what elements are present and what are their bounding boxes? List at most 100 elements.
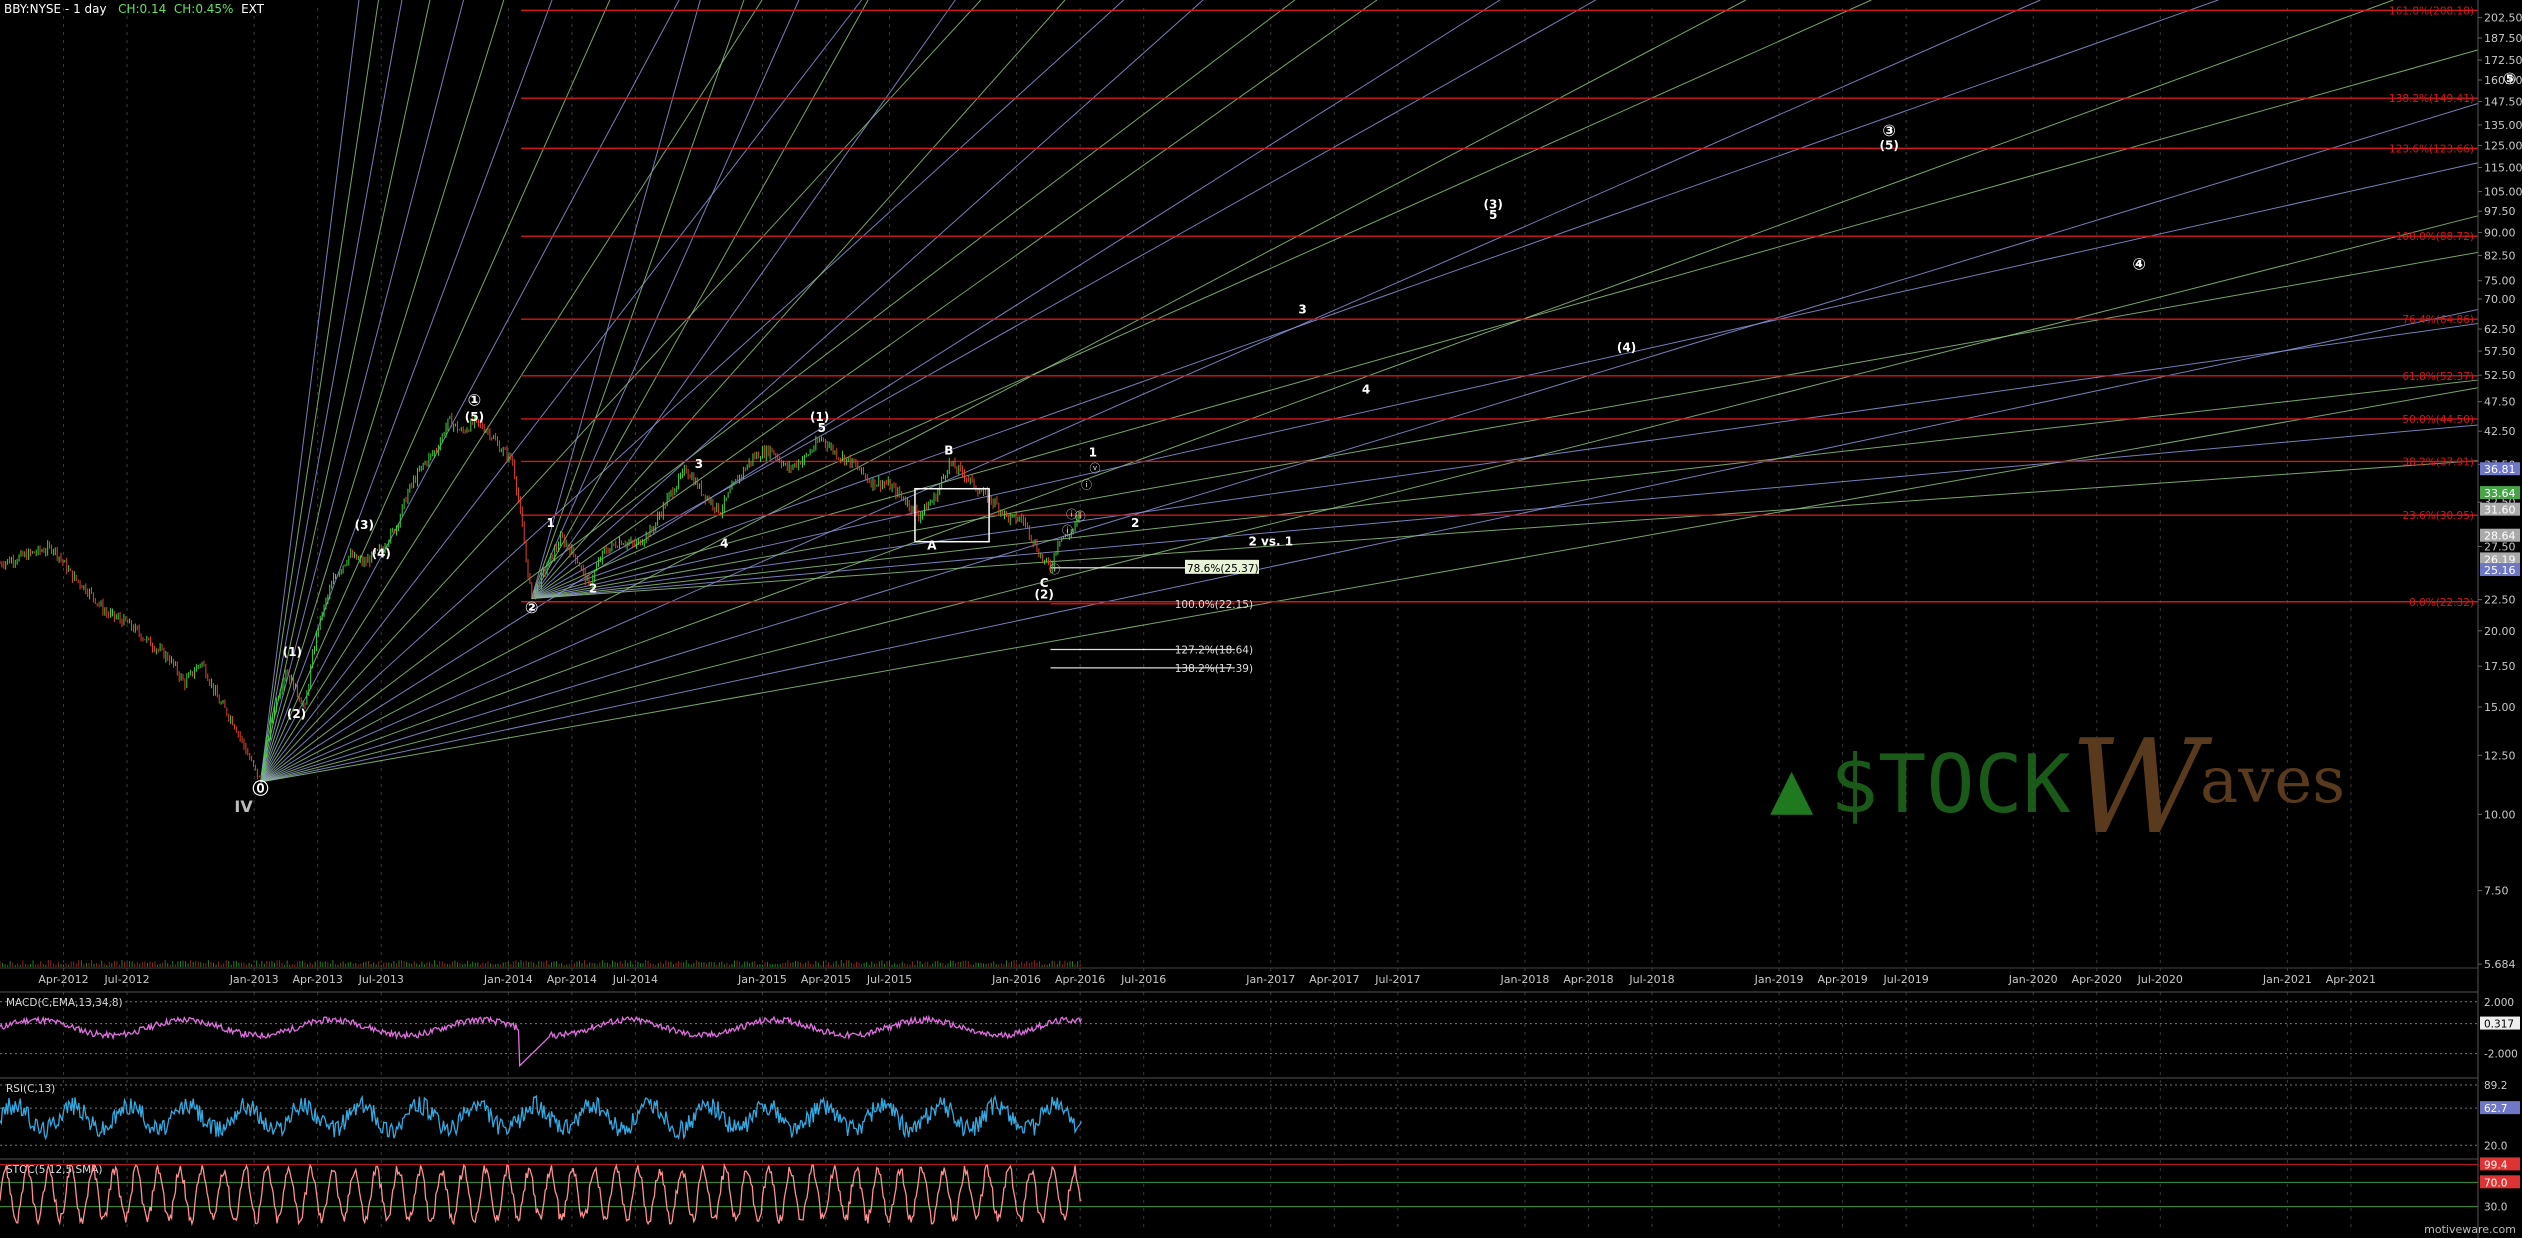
time-tick-label: Jul-2014 [612, 973, 658, 986]
time-tick-label: Apr-2019 [1817, 973, 1867, 986]
price-tick-label: 147.50 [2484, 96, 2522, 109]
projection-label: 127.2%(18.64) [1175, 644, 1253, 656]
subwave-label: ⓘ [1075, 510, 1086, 523]
watermark-waves-text: aves [2200, 744, 2345, 818]
price-tag-label: 28.64 [2484, 530, 2516, 543]
price-tick-label: 17.50 [2484, 660, 2516, 673]
fib-level-label: 161.8%(208.18) [2389, 5, 2474, 17]
wave-label: 2 [1131, 516, 1139, 530]
wave-label: (4) [372, 546, 391, 560]
indicator-scale-label: 30.0 [2484, 1202, 2507, 1214]
wave-label: 2 vs. 1 [1248, 535, 1293, 549]
watermark-stock-text: $TOCK [1830, 738, 2071, 831]
subwave-label: ⓘ [1062, 524, 1073, 537]
price-tick-label: 52.50 [2484, 369, 2516, 382]
time-tick-label: Apr-2021 [2326, 973, 2376, 986]
indicator-scale-label: 89.2 [2484, 1080, 2507, 1092]
indicator-scale-label: 2.000 [2484, 997, 2514, 1009]
wave-label: 1 [546, 516, 554, 530]
fib-level-label: 50.0%(44.50) [2402, 414, 2474, 426]
fib-level-label: 61.8%(52.37) [2402, 371, 2474, 383]
time-tick-label: Apr-2016 [1055, 973, 1105, 986]
time-tick-label: Jul-2017 [1374, 973, 1420, 986]
wave-label: (5) [1880, 139, 1899, 153]
price-tick-label: 135.00 [2484, 119, 2522, 132]
separator: - [64, 2, 74, 16]
projection-label: 138.2%(17.39) [1175, 663, 1253, 675]
price-tag-label: 33.64 [2484, 487, 2516, 500]
time-tick-label: Apr-2020 [2072, 973, 2122, 986]
fib-level-label: 100.0%(88.72) [2396, 231, 2474, 243]
indicator-value-label: 62.7 [2484, 1103, 2507, 1115]
price-tick-label: 70.00 [2484, 293, 2516, 306]
wave-label: ② [525, 598, 539, 617]
wave-label: 1 [1089, 446, 1097, 460]
projection-label: 78.6%(25.37) [1187, 563, 1259, 575]
time-tick-label: Jan-2019 [1754, 973, 1804, 986]
time-tick-label: Jan-2018 [1499, 973, 1549, 986]
price-tick-label: 172.50 [2484, 54, 2522, 67]
interval-label[interactable]: 1 day [73, 2, 107, 16]
wave-label: IV [234, 797, 253, 816]
change-pct-label: CH:0.45% [173, 2, 234, 16]
price-tick-label: 10.00 [2484, 808, 2516, 821]
time-tick-label: Jan-2015 [737, 973, 787, 986]
indicator-value-label: 0.317 [2484, 1019, 2514, 1031]
fib-level-label: 23.6%(30.95) [2402, 510, 2474, 522]
indicator-title: STOC(5,12,5,SMA) [6, 1164, 103, 1176]
chart-header: BBY:NYSE - 1 day CH:0.14 CH:0.45% EXT [4, 2, 264, 16]
time-tick-label: Jan-2021 [2262, 973, 2312, 986]
subwave-label: ⓘ [1049, 563, 1060, 576]
wave-label: 5 [818, 421, 826, 435]
time-tick-label: Jan-2016 [991, 973, 1041, 986]
wave-label: 5 [1489, 208, 1497, 222]
wave-label: A [927, 538, 937, 552]
symbol-label[interactable]: BBY:NYSE [4, 2, 61, 16]
price-tick-label: 42.50 [2484, 425, 2516, 438]
price-tick-label: 75.00 [2484, 275, 2516, 288]
time-tick-label: Jan-2020 [2008, 973, 2058, 986]
indicator-title: MACD(C,EMA,13,34,8) [6, 997, 123, 1009]
price-tick-label: 125.00 [2484, 139, 2522, 152]
price-tick-label: 90.00 [2484, 226, 2516, 239]
price-tick-label: 47.50 [2484, 396, 2516, 409]
price-tick-label: 105.00 [2484, 186, 2522, 199]
indicator-scale-label: -2.000 [2484, 1049, 2518, 1061]
fib-level-label: 38.2%(37.91) [2402, 456, 2474, 468]
wave-label: 4 [1362, 382, 1370, 396]
fib-level-label: 76.4%(64.86) [2402, 314, 2474, 326]
time-tick-label: Jan-2014 [483, 973, 533, 986]
time-tick-label: Apr-2017 [1309, 973, 1359, 986]
wave-label: (2) [287, 707, 306, 721]
fib-level-label: 123.6%(123.66) [2389, 143, 2474, 155]
change-label: CH:0.14 [118, 2, 167, 16]
time-tick-label: Jul-2016 [1120, 973, 1166, 986]
time-tick-label: Jan-2013 [229, 973, 279, 986]
price-tick-label: 202.50 [2484, 12, 2522, 25]
time-tick-label: Jul-2013 [358, 973, 404, 986]
watermark-triangle: ▲ [1770, 745, 1814, 829]
wave-label: (1) [283, 645, 302, 659]
ext-label: EXT [241, 2, 265, 16]
subwave-label: ⓘ [1081, 479, 1092, 492]
wave-label: ① [468, 391, 482, 410]
price-tick-label: 187.50 [2484, 32, 2522, 45]
price-tick-label: 115.00 [2484, 162, 2522, 175]
fib-level-label: 0.0%(22.32) [2409, 597, 2474, 609]
watermark-w-text: W [2070, 711, 2213, 863]
time-tick-label: Apr-2012 [38, 973, 88, 986]
time-tick-label: Apr-2013 [293, 973, 343, 986]
time-tick-label: Apr-2018 [1563, 973, 1613, 986]
wave-label: 3 [695, 457, 703, 471]
indicator-value-label: 99.4 [2484, 1159, 2508, 1171]
time-tick-label: Jul-2019 [1883, 973, 1929, 986]
footer-credit[interactable]: motiveware.com [2424, 1223, 2516, 1236]
wave-label: 4 [720, 536, 728, 550]
wave-label: ④ [2132, 255, 2146, 274]
time-tick-label: Jan-2017 [1245, 973, 1295, 986]
price-tick-label: 62.50 [2484, 323, 2516, 336]
subwave-label: ⓥ [1089, 462, 1100, 475]
price-tag-label: 36.81 [2484, 463, 2516, 476]
time-tick-label: Apr-2014 [547, 973, 597, 986]
time-tick-label: Apr-2015 [801, 973, 851, 986]
